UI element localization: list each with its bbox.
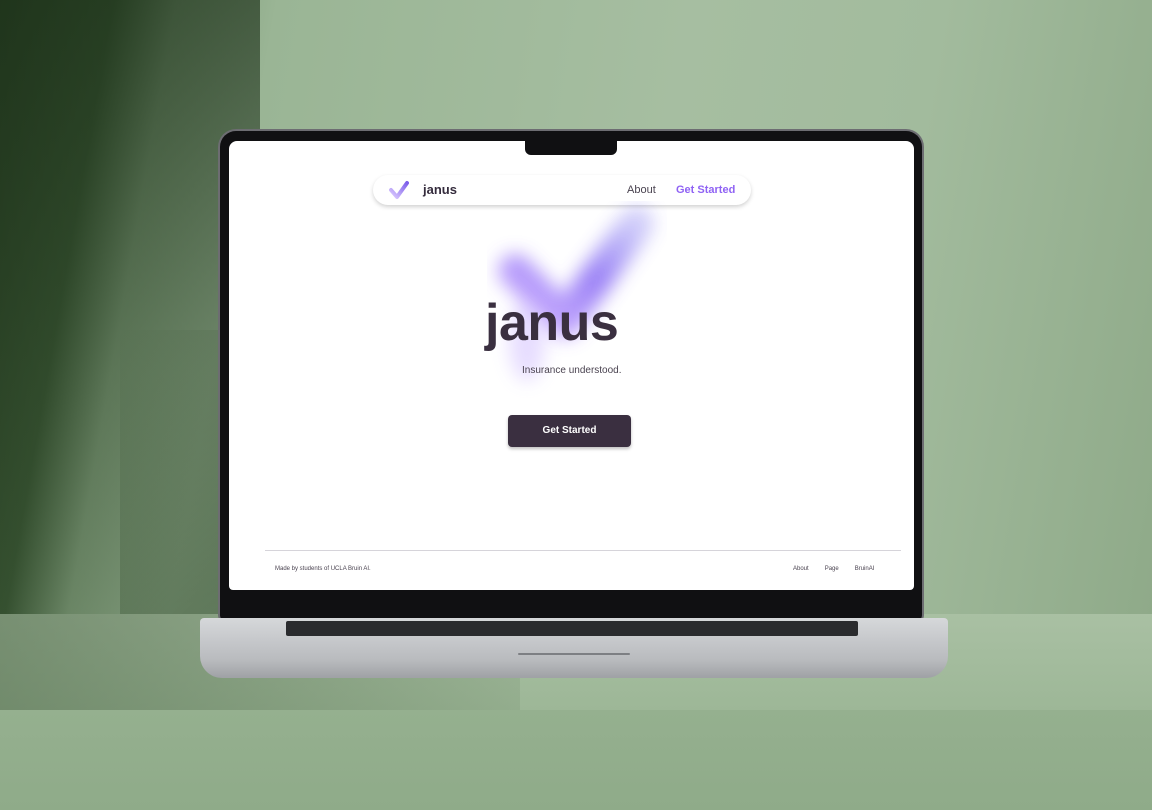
hero-subtitle: Insurance understood. — [522, 365, 622, 376]
footer-links: About Page BruinAI — [793, 566, 874, 572]
nav-link-get-started[interactable]: Get Started — [676, 184, 735, 196]
nav-link-about[interactable]: About — [627, 184, 656, 196]
shelf-front — [0, 710, 1152, 810]
photo-scene: janus About Get Started janus Insurance … — [0, 0, 1152, 810]
footer-link-bruinai[interactable]: BruinAI — [855, 566, 875, 572]
laptop-screen: janus About Get Started janus Insurance … — [229, 141, 914, 590]
laptop-base — [200, 618, 948, 678]
hero-title: janus — [485, 294, 619, 352]
footer-credit: Made by students of UCLA Bruin AI. — [275, 566, 371, 572]
camera-notch — [525, 131, 617, 155]
nav-brand[interactable]: janus — [423, 182, 457, 197]
get-started-button[interactable]: Get Started — [508, 415, 631, 447]
footer-divider — [265, 550, 901, 551]
keyboard-strip — [286, 621, 858, 636]
trackpad-edge — [518, 653, 630, 655]
laptop-lid: janus About Get Started janus Insurance … — [220, 131, 922, 621]
footer-link-about[interactable]: About — [793, 566, 809, 572]
checkmark-logo-icon[interactable] — [389, 180, 409, 200]
footer-link-page[interactable]: Page — [825, 566, 839, 572]
